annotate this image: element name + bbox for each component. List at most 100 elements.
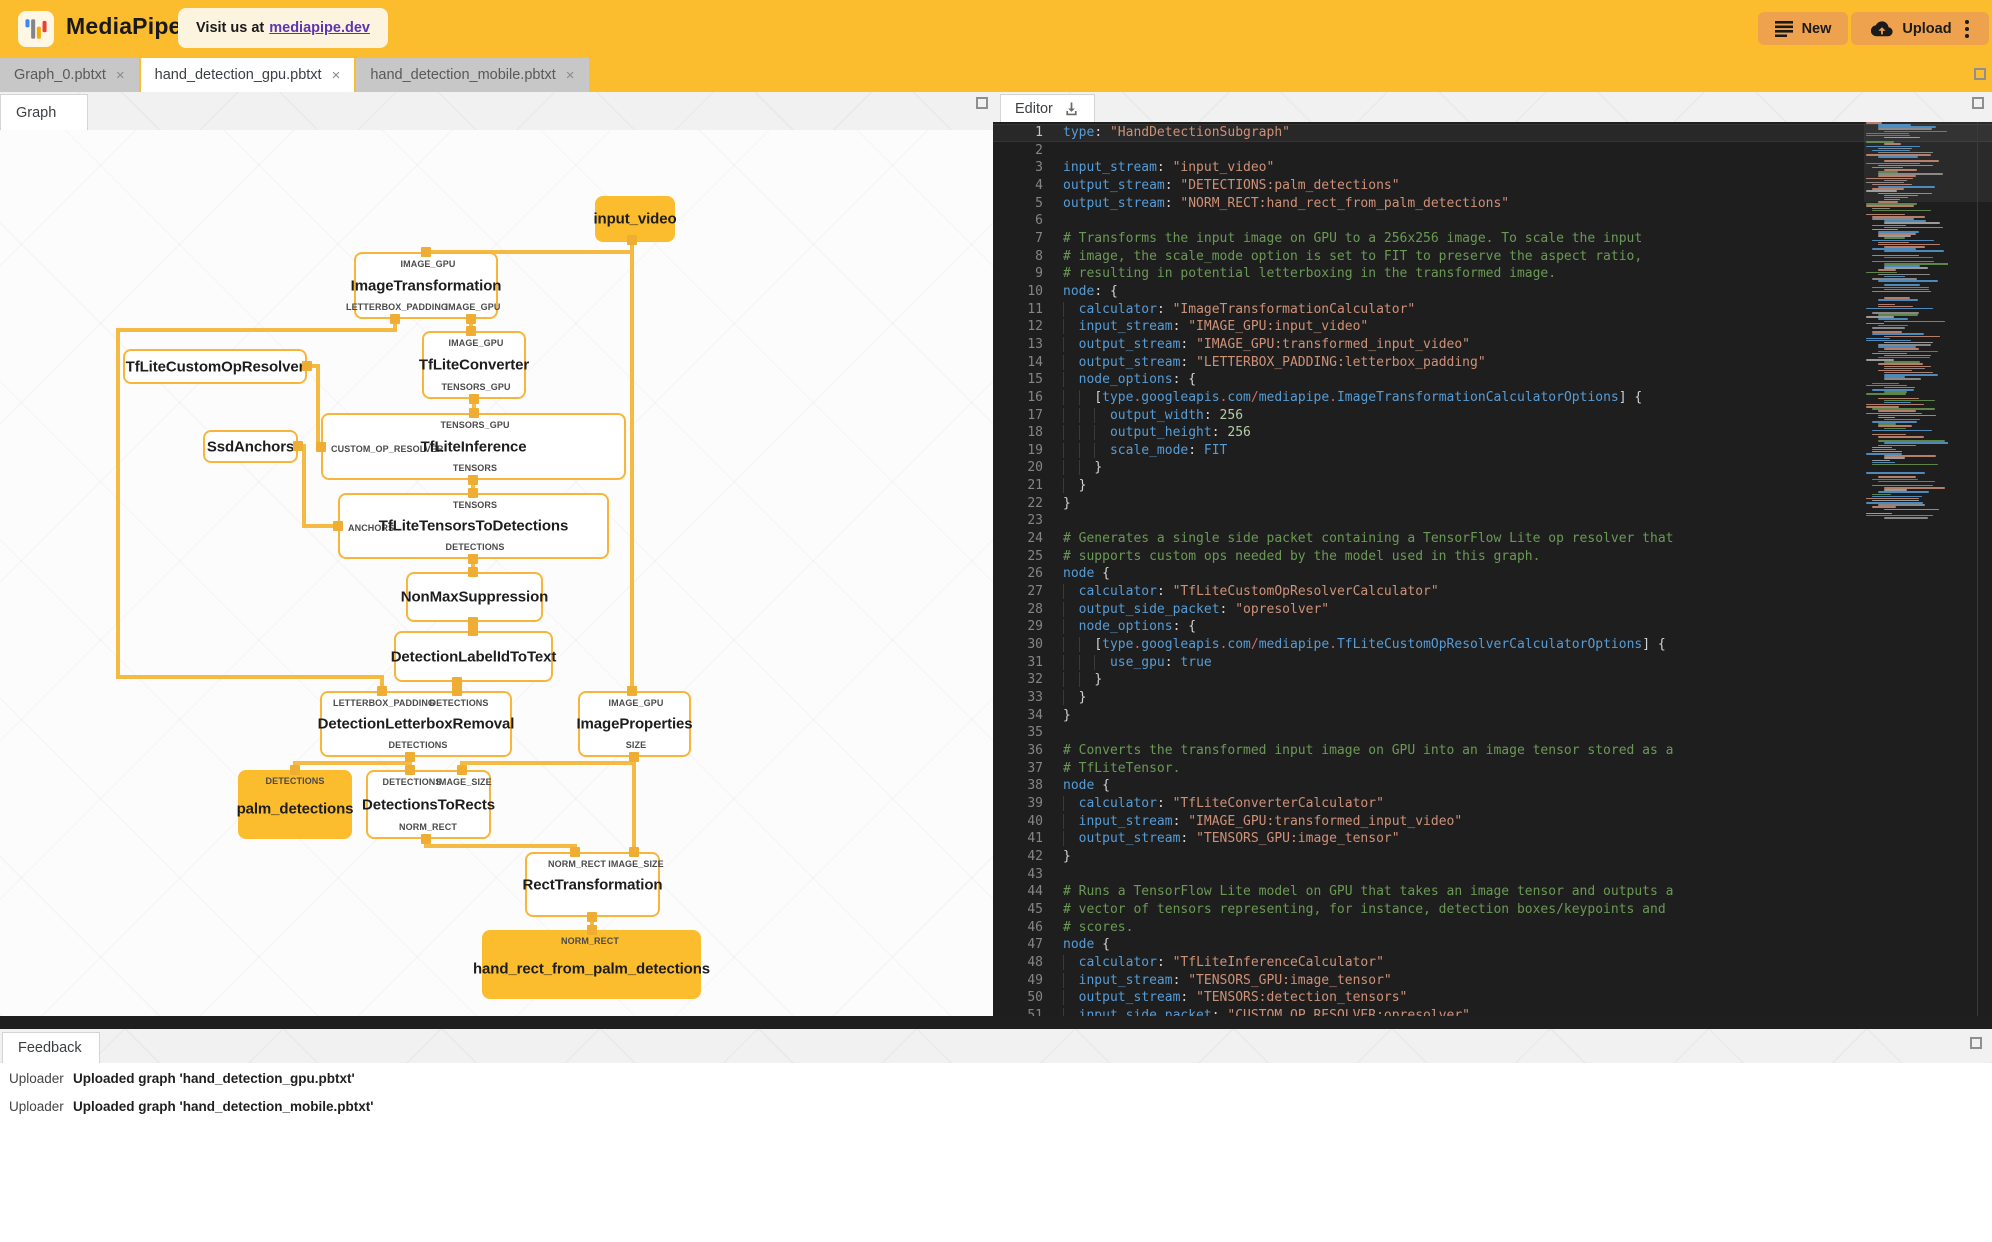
indent-guide <box>1063 814 1079 829</box>
maximize-tabbar-icon[interactable] <box>1974 68 1986 80</box>
token: # image, the scale_mode option is set to… <box>1063 248 1643 264</box>
line-number: 51 <box>1027 1007 1043 1016</box>
token: "IMAGE_GPU:transformed_input_video" <box>1188 813 1463 829</box>
close-tab-icon[interactable]: × <box>116 68 125 83</box>
maximize-feedback-panel-icon[interactable] <box>1970 1037 1982 1049</box>
file-tab[interactable]: Graph_0.pbtxt × <box>0 58 139 92</box>
graph-node-ImageProperties[interactable]: IMAGE_GPU SIZE ImageProperties <box>576 691 693 757</box>
graph-node-DetectionLetterboxRemoval[interactable]: LETTERBOX_PADDING DETECTIONS DETECTIONS Det… <box>318 691 514 757</box>
token: "LETTERBOX_PADDING:letterbox_padding" <box>1196 354 1486 370</box>
editor-scrollbar[interactable] <box>1977 122 1978 1016</box>
code-text: } <box>1056 495 1071 513</box>
horizontal-divider[interactable] <box>0 1016 1992 1029</box>
token: "TENSORS_GPU:image_tensor" <box>1188 972 1392 988</box>
upload-button[interactable]: Upload <box>1851 12 1989 45</box>
tab-graph[interactable]: Graph <box>0 94 88 130</box>
code-text: } <box>1056 707 1071 725</box>
indent-guide <box>1079 672 1095 687</box>
graph-node-TfLiteTensorsToDetections[interactable]: TENSORS ANCHORS DETECTIONS TfLiteTensorsToD… <box>338 493 609 559</box>
code-line: 33 } <box>993 689 1992 707</box>
code-text: calculator: "TfLiteConverterCalculator" <box>1056 795 1384 813</box>
maximize-graph-panel-icon[interactable] <box>976 97 988 109</box>
minimap-line <box>1878 318 1909 320</box>
minimap-line <box>1878 156 1918 158</box>
line-number: 8 <box>1035 248 1043 264</box>
token: # TfLiteTensor. <box>1063 760 1181 776</box>
close-tab-icon[interactable]: × <box>566 68 575 83</box>
code-text: input_stream: "IMAGE_GPU:input_video" <box>1056 318 1369 336</box>
menu-lines-icon <box>1774 20 1793 37</box>
line-number: 49 <box>1027 972 1043 988</box>
graph-node-RectTransformation[interactable]: NORM_RECT IMAGE_SIZE RectTransformation <box>523 852 664 917</box>
graph-node-NonMaxSuppression[interactable]: NonMaxSuppression <box>401 572 548 622</box>
line-number: 39 <box>1027 795 1043 811</box>
indent-guide <box>1063 990 1079 1005</box>
token: output_stream <box>1063 195 1165 211</box>
token: : <box>1164 654 1181 670</box>
code-line: 44 # Runs a TensorFlow Lite model on GPU … <box>993 883 1992 901</box>
graph-node-hand_rect_from_palm_detections[interactable]: NORM_RECT hand_rect_from_palm_detections <box>473 930 710 999</box>
line-number: 18 <box>1027 425 1043 441</box>
code-text: calculator: "TfLiteInferenceCalculator" <box>1056 954 1384 972</box>
token: } <box>1078 690 1087 705</box>
minimap-line <box>1884 335 1940 338</box>
graph-node-TfLiteConverter[interactable]: IMAGE_GPU TENSORS_GPU TfLiteConverter <box>419 331 529 399</box>
token: : <box>1203 407 1220 423</box>
code-line: 27 calculator: "TfLiteCustomOpResolverCa… <box>993 583 1992 601</box>
token: "CUSTOM_OP_RESOLVER:opresolver" <box>1227 1007 1471 1016</box>
code-line: 48 calculator: "TfLiteInferenceCalculato… <box>993 954 1992 972</box>
graph-node-palm_detections[interactable]: DETECTIONS palm_detections <box>237 770 354 839</box>
cloud-upload-icon <box>1871 20 1894 36</box>
port-label: IMAGE_GPU <box>448 338 504 348</box>
feedback-source: Uploader <box>9 1071 64 1086</box>
line-number: 31 <box>1027 654 1043 670</box>
token: mediapipe <box>1258 637 1330 653</box>
mediapipe-dev-link[interactable]: mediapipe.dev <box>269 20 370 36</box>
code-text: node_options: { <box>1056 618 1196 636</box>
line-number: 34 <box>1027 707 1043 723</box>
edge-connector-dot <box>587 912 597 922</box>
code-line: 39 calculator: "TfLiteConverterCalculato… <box>993 795 1992 813</box>
graph-panel: Graph input_video IMAGE_GPU LETTERBOX_PADD… <box>0 92 993 1016</box>
minimap-line <box>1884 130 1947 133</box>
minimap-line <box>1884 284 1921 286</box>
graph-edge <box>316 364 320 449</box>
graph-node-ImageTransformation[interactable]: IMAGE_GPU LETTERBOX_PADDING IMAGE_GPU Image… <box>346 252 501 319</box>
minimap[interactable] <box>1864 122 1948 1016</box>
tab-feedback[interactable]: Feedback <box>2 1032 100 1063</box>
file-tab[interactable]: hand_detection_mobile.pbtxt × <box>356 58 589 92</box>
maximize-editor-panel-icon[interactable] <box>1972 97 1984 109</box>
indent-guide <box>1063 460 1079 475</box>
token: googleapis <box>1141 637 1220 653</box>
line-number: 16 <box>1027 389 1043 405</box>
code-line: 13 output_stream: "IMAGE_GPU:transformed… <box>993 336 1992 354</box>
tab-editor[interactable]: Editor <box>1000 94 1095 122</box>
token: calculator <box>1078 584 1157 600</box>
indent-guide <box>1063 831 1079 846</box>
edge-connector-dot <box>587 925 597 935</box>
upload-more-options-icon[interactable] <box>1964 19 1969 38</box>
file-tab[interactable]: hand_detection_gpu.pbtxt × <box>140 58 355 92</box>
minimap-line <box>1878 128 1932 130</box>
code-line: 8 # image, the scale_mode option is set t… <box>993 248 1992 266</box>
graph-node-TfLiteInference[interactable]: TENSORS_GPU CUSTOM_OP_RESOLVER TENSORS TfLi… <box>321 413 626 480</box>
code-line: 14 output_stream: "LETTERBOX_PADDING:let… <box>993 354 1992 372</box>
indent-guide <box>1079 637 1095 652</box>
token: # Runs a TensorFlow Lite model on GPU th… <box>1063 884 1674 900</box>
graph-node-DetectionLabelIdToText[interactable]: DetectionLabelIdToText <box>391 631 556 682</box>
new-button[interactable]: New <box>1758 12 1848 45</box>
minimap-line <box>1872 429 1932 432</box>
token: ] { <box>1618 389 1643 405</box>
graph-canvas[interactable]: input_video IMAGE_GPU LETTERBOX_PADDING IMA… <box>0 130 993 1016</box>
graph-node-DetectionsToRects[interactable]: DETECTIONS IMAGE_SIZE NORM_RECT DetectionsT… <box>362 770 495 839</box>
graph-node-SsdAnchors[interactable]: SsdAnchors <box>203 430 298 463</box>
indent-guide <box>1063 619 1079 634</box>
download-icon[interactable] <box>1063 100 1080 117</box>
editor-tab-label: Editor <box>1015 100 1053 117</box>
code-editor[interactable]: 1 type: "HandDetectionSubgraph" 2 3 input_st… <box>993 122 1992 1016</box>
graph-node-TfLiteCustomOpResolver[interactable]: TfLiteCustomOpResolver <box>123 349 307 384</box>
close-tab-icon[interactable]: × <box>332 68 341 83</box>
token: type <box>1063 125 1095 140</box>
minimap-line <box>1878 305 1914 308</box>
token: : <box>1180 354 1197 370</box>
